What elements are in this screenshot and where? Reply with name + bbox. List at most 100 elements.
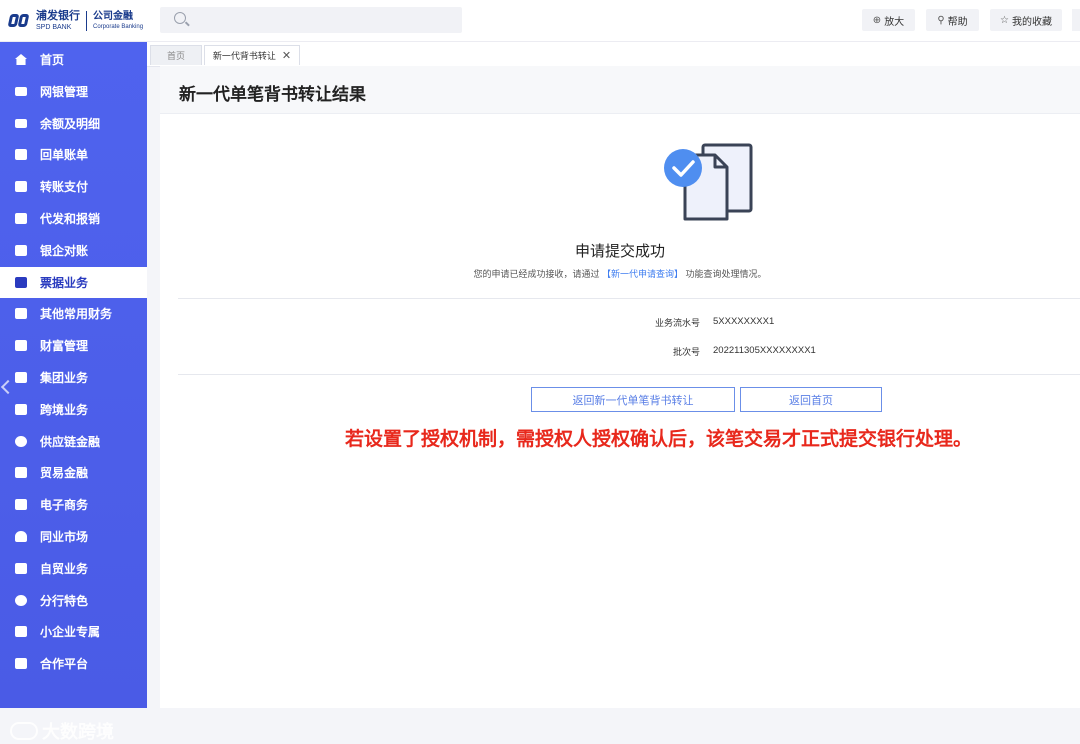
sidebar-item-label: 供应链金融 xyxy=(40,434,101,449)
sidebar-item-label: 转账支付 xyxy=(40,180,89,195)
bag-icon xyxy=(15,213,27,224)
sidebar-item[interactable]: 银企对账 xyxy=(0,235,147,266)
return-endorsement-button[interactable]: 返回新一代单笔背书转让 xyxy=(531,387,735,412)
sidebar-item[interactable]: 余额及明细 xyxy=(0,108,147,139)
sidebar-item-label: 财富管理 xyxy=(40,339,89,354)
trade-icon xyxy=(15,467,27,479)
panel-header: 新一代单笔背书转让结果 xyxy=(160,66,1080,114)
zoom-label: 放大 xyxy=(884,16,905,28)
result-title: 申请提交成功 xyxy=(574,243,665,260)
bank-logo[interactable]: 浦发银行 SPD BANK 公司金融 Corporate Banking xyxy=(7,9,144,33)
batch-no-label: 批次号 xyxy=(672,347,700,357)
sidebar-item[interactable]: 回单账单 xyxy=(0,139,147,170)
star-icon: ☆ xyxy=(1000,14,1009,26)
tab-bar: 首页 新一代背书转让 ✕ xyxy=(147,42,1080,67)
logo-sub-cn: 公司金融 xyxy=(93,11,133,22)
sidebar-item[interactable]: 其他常用财务 xyxy=(0,298,147,329)
sidebar-item-label: 网银管理 xyxy=(40,84,89,99)
application-query-link[interactable]: 【新一代申请查询】 xyxy=(602,269,683,279)
sidebar-item[interactable]: 同业市场 xyxy=(0,521,147,552)
sidebar-item-label: 跨境业务 xyxy=(40,402,89,417)
main-panel: 新一代单笔背书转让结果 申请提交成功 您的申请已经成功接收，请通过 【新一代申请… xyxy=(160,66,1080,708)
monitor-icon xyxy=(15,118,27,128)
return-home-button[interactable]: 返回首页 xyxy=(740,387,882,412)
ship-icon xyxy=(15,562,27,574)
monitor-icon xyxy=(15,86,27,96)
watermark-text: 大数跨境 xyxy=(42,722,114,742)
sidebar-item[interactable]: 自贸业务 xyxy=(0,553,147,584)
serial-no-label: 业务流水号 xyxy=(654,318,700,328)
pin-help-icon: ⚲ xyxy=(937,14,945,26)
sidebar-item[interactable]: 贸易金融 xyxy=(0,457,147,488)
people-icon xyxy=(15,626,27,638)
sidebar-item-label: 合作平台 xyxy=(40,657,89,672)
document-icon xyxy=(15,149,27,161)
watermark-logo-icon xyxy=(10,722,38,740)
zoom-in-icon: ⊕ xyxy=(872,14,882,26)
result-desc-before: 您的申请已经成功接收，请通过 xyxy=(473,269,600,279)
search-input[interactable] xyxy=(160,7,462,33)
result-description: 您的申请已经成功接收，请通过 【新一代申请查询】 功能查询处理情况。 xyxy=(160,267,1080,280)
tab-endorsement-label: 新一代背书转让 xyxy=(212,51,276,61)
bill-icon xyxy=(15,276,27,288)
sidebar-item[interactable]: 代发和报销 xyxy=(0,203,147,234)
briefcase-icon xyxy=(15,403,27,415)
tab-home[interactable]: 首页 xyxy=(150,45,202,65)
pin-icon xyxy=(15,594,27,606)
sidebar-item-label: 自贸业务 xyxy=(40,561,89,576)
grid-icon xyxy=(15,308,27,320)
top-bar: 浦发银行 SPD BANK 公司金融 Corporate Banking ⊕ 放… xyxy=(0,0,1080,42)
sidebar-item-label: 余额及明细 xyxy=(40,116,101,131)
sidebar-item[interactable]: 合作平台 xyxy=(0,648,147,679)
batch-no-value: 202211305XXXXXXXX1 xyxy=(713,345,816,356)
sidebar-item-label: 代发和报销 xyxy=(40,212,101,226)
logo-divider xyxy=(86,11,87,31)
sidebar-item[interactable]: 小企业专属 xyxy=(0,616,147,647)
sidebar-item-label: 小企业专属 xyxy=(40,625,101,640)
result-desc-after: 功能查询处理情况。 xyxy=(685,269,767,279)
chart-icon xyxy=(15,340,27,352)
layers-icon xyxy=(15,658,27,670)
sidebar-item[interactable]: 财富管理 xyxy=(0,330,147,361)
watermark: 大数跨境 xyxy=(10,718,114,744)
sidebar-item-label: 电子商务 xyxy=(40,498,89,513)
tab-endorsement[interactable]: 新一代背书转让 ✕ xyxy=(204,45,300,65)
sidebar-item[interactable]: 跨境业务 xyxy=(0,394,147,425)
sidebar: 首页网银管理余额及明细回单账单转账支付代发和报销银企对账票据业务其他常用财务 财富… xyxy=(0,42,147,742)
close-icon[interactable]: ✕ xyxy=(282,49,291,62)
help-button[interactable]: ⚲ 帮助 xyxy=(926,9,979,31)
sidebar-item-label: 回单账单 xyxy=(40,148,89,163)
sidebar-item-label: 贸易金融 xyxy=(40,466,89,481)
sidebar-item[interactable]: 电子商务 xyxy=(0,489,147,520)
chain-icon xyxy=(15,435,27,447)
sidebar-item-label: 首页 xyxy=(40,53,65,67)
sidebar-item[interactable]: 集团业务 xyxy=(0,362,147,393)
heart-icon xyxy=(15,531,27,542)
return-home-label: 返回首页 xyxy=(789,394,833,407)
more-button[interactable] xyxy=(1072,9,1080,31)
sidebar-item-label: 集团业务 xyxy=(40,371,89,385)
sidebar-item[interactable]: 网银管理 xyxy=(0,76,147,107)
sidebar-item-label: 票据业务 xyxy=(40,275,89,290)
sidebar-item-label: 银企对账 xyxy=(40,243,89,258)
sidebar-item[interactable]: 供应链金融 xyxy=(0,426,147,457)
card-icon xyxy=(15,181,27,193)
sidebar-item[interactable]: 转账支付 xyxy=(0,171,147,202)
return-endorsement-label: 返回新一代单笔背书转让 xyxy=(572,394,694,407)
divider xyxy=(178,298,1080,299)
sidebar-item-label: 分行特色 xyxy=(40,593,89,608)
sidebar-item[interactable]: 票据业务 xyxy=(0,266,147,298)
favorites-label: 我的收藏 xyxy=(1011,16,1052,28)
favorites-button[interactable]: ☆ 我的收藏 xyxy=(990,9,1062,31)
home-icon xyxy=(15,54,27,65)
sidebar-item[interactable]: 首页 xyxy=(0,44,147,75)
sidebar-item-label: 同业市场 xyxy=(40,530,89,544)
divider xyxy=(178,374,1080,375)
zoom-button[interactable]: ⊕ 放大 xyxy=(862,9,915,31)
page-title: 新一代单笔背书转让结果 xyxy=(179,85,366,104)
annotation-note: 若设置了授权机制，需授权人授权确认后，该笔交易才正式提交银行处理。 xyxy=(345,429,973,450)
sidebar-item[interactable]: 分行特色 xyxy=(0,585,147,616)
sidebar-item-label: 其他常用财务 xyxy=(40,307,113,322)
logo-sub-en: Corporate Banking xyxy=(93,24,144,30)
help-label: 帮助 xyxy=(947,16,968,28)
